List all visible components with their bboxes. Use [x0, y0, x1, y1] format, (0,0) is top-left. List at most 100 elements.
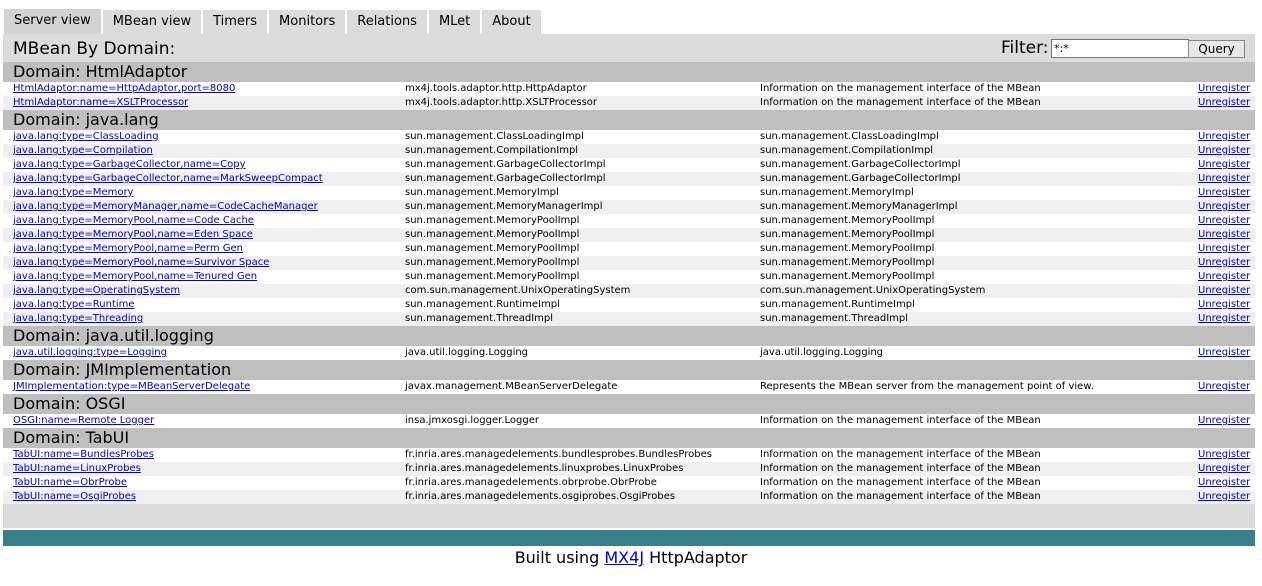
mbean-name-link[interactable]: java.lang:type=GarbageCollector,name=Mar…: [13, 172, 323, 186]
unregister-link[interactable]: Unregister: [1198, 144, 1250, 158]
mbean-name-link[interactable]: TabUI:name=LinuxProbes: [13, 462, 141, 476]
unregister-link[interactable]: Unregister: [1198, 490, 1250, 504]
page-title: MBean By Domain:: [13, 39, 176, 59]
unregister-link[interactable]: Unregister: [1198, 270, 1250, 284]
mbean-description: sun.management.CompilationImpl: [760, 145, 934, 156]
mbean-description: Information on the management interface …: [760, 415, 1041, 426]
mbean-description: sun.management.GarbageCollectorImpl: [760, 173, 961, 184]
mx4j-link[interactable]: MX4J: [604, 548, 644, 567]
unregister-link[interactable]: Unregister: [1198, 158, 1250, 172]
mbean-description: sun.management.MemoryPoolImpl: [760, 271, 935, 282]
domain-header: Domain: JMImplementation: [3, 360, 1255, 380]
mbean-name-link[interactable]: java.lang:type=MemoryPool,name=Code Cach…: [13, 214, 254, 228]
mbean-description: sun.management.MemoryImpl: [760, 187, 914, 198]
mbean-name-link[interactable]: JMImplementation:type=MBeanServerDelegat…: [13, 380, 250, 394]
tab-server-view[interactable]: Server view: [4, 9, 103, 34]
domain-header: Domain: java.lang: [3, 110, 1255, 130]
footer-prefix: Built using: [514, 548, 600, 567]
mbean-row: JMImplementation:type=MBeanServerDelegat…: [3, 380, 1255, 394]
unregister-link[interactable]: Unregister: [1198, 284, 1250, 298]
mbean-description: sun.management.MemoryPoolImpl: [760, 215, 935, 226]
unregister-link[interactable]: Unregister: [1198, 414, 1250, 428]
mbean-description: Information on the management interface …: [760, 449, 1041, 460]
mbean-row: java.util.logging:type=Logging java.util.…: [3, 346, 1255, 360]
mbean-name-link[interactable]: java.lang:type=Memory: [13, 186, 133, 200]
unregister-link[interactable]: Unregister: [1198, 172, 1250, 186]
query-button[interactable]: Query: [1188, 40, 1245, 58]
mbean-description: Information on the management interface …: [760, 477, 1041, 488]
mbean-name-link[interactable]: java.lang:type=MemoryPool,name=Eden Spac…: [13, 228, 253, 242]
unregister-link[interactable]: Unregister: [1198, 346, 1250, 360]
mbean-class: sun.management.MemoryPoolImpl: [405, 243, 580, 254]
mbean-class: fr.inria.ares.managedelements.osgiprobes…: [405, 491, 676, 502]
tab-mlet[interactable]: MLet: [428, 10, 483, 34]
unregister-link[interactable]: Unregister: [1198, 380, 1250, 394]
tab-about[interactable]: About: [482, 10, 543, 34]
unregister-link[interactable]: Unregister: [1198, 448, 1250, 462]
mbean-name-link[interactable]: java.util.logging:type=Logging: [13, 346, 167, 360]
mbean-name-link[interactable]: java.lang:type=GarbageCollector,name=Cop…: [13, 158, 246, 172]
mbean-panel: MBean By Domain: Filter: Query Domain: H…: [3, 34, 1255, 528]
unregister-link[interactable]: Unregister: [1198, 312, 1250, 326]
mbean-description: sun.management.ThreadImpl: [760, 313, 909, 324]
mbean-name-link[interactable]: java.lang:type=ClassLoading: [13, 130, 159, 144]
unregister-link[interactable]: Unregister: [1198, 96, 1250, 110]
filter-input[interactable]: [1051, 39, 1189, 58]
tab-bar: Server view MBean view Timers Monitors Relat…: [4, 9, 543, 34]
mbean-class: sun.management.MemoryPoolImpl: [405, 229, 580, 240]
mbean-name-link[interactable]: java.lang:type=Threading: [13, 312, 143, 326]
mbean-row: TabUI:name=LinuxProbes fr.inria.ares.mana…: [3, 462, 1255, 476]
unregister-link[interactable]: Unregister: [1198, 256, 1250, 270]
mbean-description: sun.management.ClassLoadingImpl: [760, 131, 939, 142]
mbean-row: java.lang:type=GarbageCollector,name=Cop…: [3, 158, 1255, 172]
mbean-class: sun.management.MemoryPoolImpl: [405, 257, 580, 268]
mbean-row: java.lang:type=Runtime sun.management.Run…: [3, 298, 1255, 312]
unregister-link[interactable]: Unregister: [1198, 130, 1250, 144]
mbean-name-link[interactable]: TabUI:name=OsgiProbes: [13, 490, 136, 504]
mbean-name-link[interactable]: HtmlAdaptor:name=HttpAdaptor,port=8080: [13, 82, 235, 96]
unregister-link[interactable]: Unregister: [1198, 298, 1250, 312]
mbean-row: java.lang:type=Threading sun.management.T…: [3, 312, 1255, 326]
mbean-name-link[interactable]: TabUI:name=BundlesProbes: [13, 448, 154, 462]
mbean-row: java.lang:type=MemoryPool,name=Eden Spac…: [3, 228, 1255, 242]
mbean-row: TabUI:name=OsgiProbes fr.inria.ares.manag…: [3, 490, 1255, 504]
mbean-class: sun.management.ThreadImpl: [405, 313, 554, 324]
mbean-row: java.lang:type=GarbageCollector,name=Mar…: [3, 172, 1255, 186]
mbean-row: java.lang:type=MemoryPool,name=Perm Gen s…: [3, 242, 1255, 256]
tab-mbean-view[interactable]: MBean view: [102, 10, 204, 34]
mbean-name-link[interactable]: java.lang:type=Compilation: [13, 144, 153, 158]
unregister-link[interactable]: Unregister: [1198, 228, 1250, 242]
unregister-link[interactable]: Unregister: [1198, 214, 1250, 228]
mbean-description: com.sun.management.UnixOperatingSystem: [760, 285, 986, 296]
mbean-name-link[interactable]: java.lang:type=MemoryPool,name=Tenured G…: [13, 270, 257, 284]
tab-monitors[interactable]: Monitors: [269, 10, 348, 34]
mbean-row: java.lang:type=MemoryPool,name=Code Cach…: [3, 214, 1255, 228]
domain-list: Domain: HtmlAdaptor HtmlAdaptor:name=Http…: [3, 62, 1255, 504]
mbean-name-link[interactable]: TabUI:name=ObrProbe: [13, 476, 127, 490]
mbean-class: insa.jmxosgi.logger.Logger: [405, 415, 539, 426]
mbean-class: sun.management.MemoryManagerImpl: [405, 201, 603, 212]
mbean-row: TabUI:name=BundlesProbes fr.inria.ares.ma…: [3, 448, 1255, 462]
mbean-description: sun.management.MemoryManagerImpl: [760, 201, 958, 212]
mbean-name-link[interactable]: java.lang:type=OperatingSystem: [13, 284, 180, 298]
mbean-name-link[interactable]: java.lang:type=Runtime: [13, 298, 135, 312]
mbean-description: sun.management.RuntimeImpl: [760, 299, 915, 310]
mbean-class: sun.management.CompilationImpl: [405, 145, 579, 156]
mbean-name-link[interactable]: java.lang:type=MemoryPool,name=Perm Gen: [13, 242, 243, 256]
mbean-name-link[interactable]: OSGI:name=Remote Logger: [13, 414, 154, 428]
mbean-class: sun.management.GarbageCollectorImpl: [405, 159, 606, 170]
mbean-description: java.util.logging.Logging: [760, 347, 884, 358]
unregister-link[interactable]: Unregister: [1198, 242, 1250, 256]
unregister-link[interactable]: Unregister: [1198, 476, 1250, 490]
tab-timers[interactable]: Timers: [203, 10, 270, 34]
mbean-row: TabUI:name=ObrProbe fr.inria.ares.managed…: [3, 476, 1255, 490]
mbean-name-link[interactable]: HtmlAdaptor:name=XSLTProcessor: [13, 96, 188, 110]
mbean-name-link[interactable]: java.lang:type=MemoryManager,name=CodeCa…: [13, 200, 318, 214]
unregister-link[interactable]: Unregister: [1198, 462, 1250, 476]
unregister-link[interactable]: Unregister: [1198, 186, 1250, 200]
mbean-name-link[interactable]: java.lang:type=MemoryPool,name=Survivor …: [13, 256, 269, 270]
mbean-class: sun.management.ClassLoadingImpl: [405, 131, 584, 142]
unregister-link[interactable]: Unregister: [1198, 82, 1250, 96]
tab-relations[interactable]: Relations: [347, 10, 429, 34]
unregister-link[interactable]: Unregister: [1198, 200, 1250, 214]
